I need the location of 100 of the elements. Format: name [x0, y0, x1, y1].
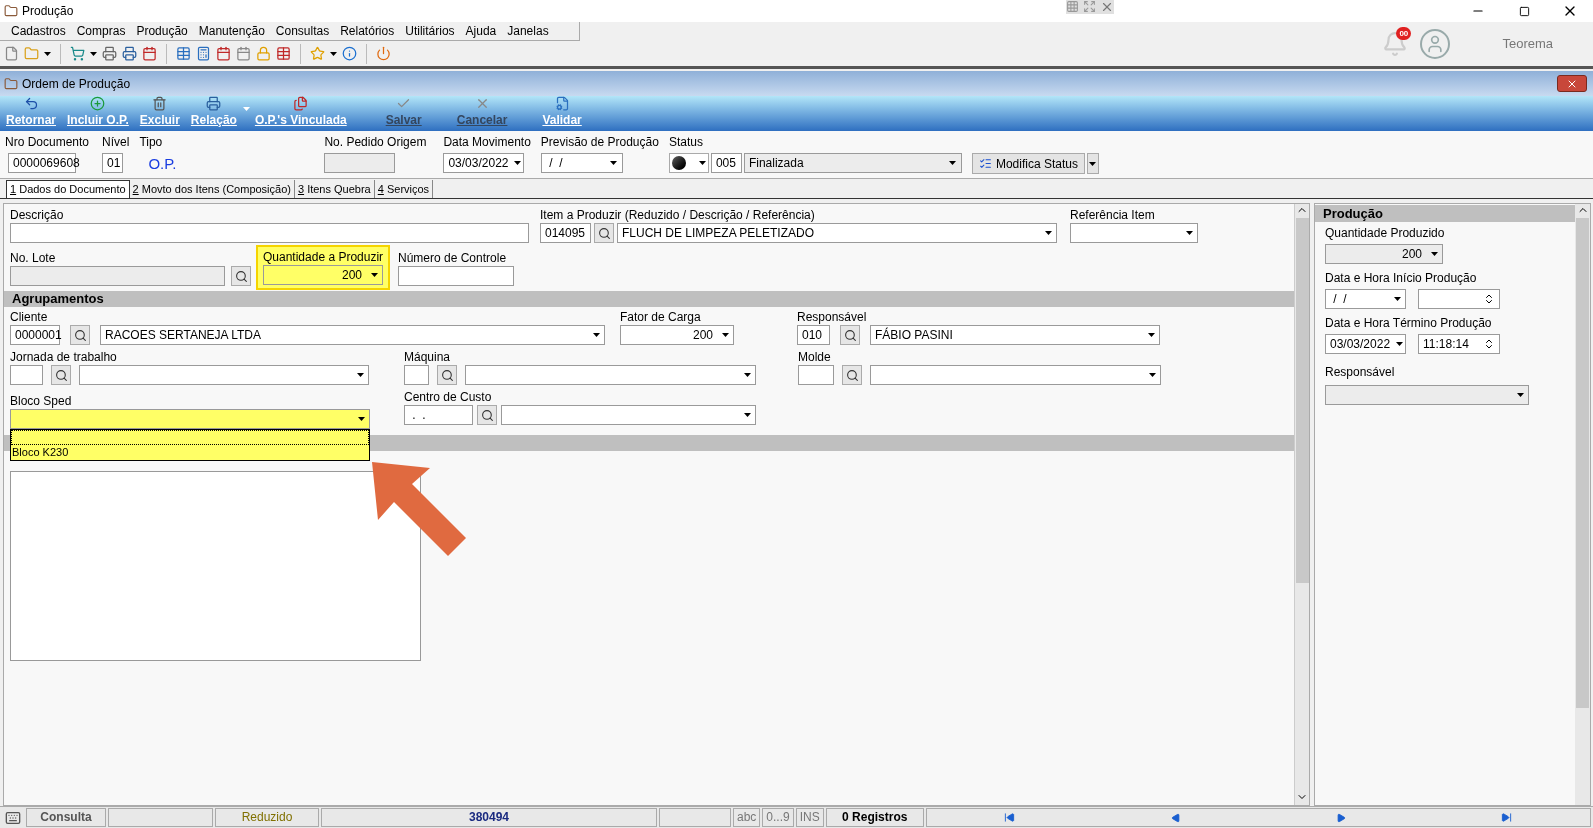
- dropdown-field[interactable]: RACOES SERTANEJA LTDA: [100, 325, 605, 345]
- input-field[interactable]: 014095: [540, 223, 591, 243]
- caret-button[interactable]: [1086, 153, 1099, 174]
- caret-icon: [721, 333, 729, 337]
- dropdown-option[interactable]: Bloco K230: [11, 445, 369, 460]
- last-record-icon[interactable]: [1501, 812, 1513, 823]
- tab[interactable]: 2 Movto dos Itens (Composição): [129, 180, 295, 198]
- menu-item[interactable]: Utilitários: [400, 22, 460, 40]
- dropdown-field[interactable]: [501, 405, 756, 425]
- menu-item[interactable]: Produção: [131, 22, 193, 40]
- input-field[interactable]: 010: [797, 325, 830, 345]
- tab[interactable]: 4 Serviços: [374, 180, 434, 198]
- dropdown-field[interactable]: 200: [263, 265, 383, 285]
- menu-item[interactable]: Manutenção: [193, 22, 270, 40]
- search-button[interactable]: [51, 365, 71, 385]
- input-field[interactable]: [404, 365, 429, 385]
- tab[interactable]: 1 Dados do Documento: [6, 180, 130, 198]
- time-field[interactable]: 11:18:14: [1418, 334, 1500, 354]
- dropdown-field[interactable]: / /: [540, 153, 623, 173]
- dropdown-field[interactable]: 03/03/2022: [1325, 334, 1406, 354]
- calendar-icon[interactable]: [142, 46, 157, 61]
- dropdown-field[interactable]: Finalizada: [743, 153, 962, 173]
- next-icon[interactable]: [1336, 812, 1346, 823]
- dropdown-field[interactable]: 200: [620, 325, 734, 345]
- register-icon[interactable]: [122, 46, 137, 61]
- search-button[interactable]: [594, 223, 614, 243]
- power-icon[interactable]: [376, 46, 391, 61]
- input-field[interactable]: [398, 266, 514, 286]
- info-icon[interactable]: [342, 46, 357, 61]
- dropdown-field[interactable]: [79, 365, 369, 385]
- search-button[interactable]: [437, 365, 457, 385]
- dropdown-field[interactable]: [10, 409, 370, 429]
- status-field: Reduzido: [215, 808, 319, 827]
- status-dropdown[interactable]: [668, 153, 709, 173]
- input-field[interactable]: 0000001: [10, 325, 60, 345]
- lock-icon[interactable]: [256, 46, 271, 61]
- input-field[interactable]: 005: [710, 153, 742, 173]
- menu-item[interactable]: Consultas: [270, 22, 335, 40]
- cart-icon[interactable]: [70, 46, 85, 61]
- document-icon[interactable]: [4, 46, 19, 61]
- dropdown-field[interactable]: FLUCH DE LIMPEZA PELETIZADO: [617, 223, 1057, 243]
- table-search-icon[interactable]: [276, 46, 291, 61]
- caret-icon[interactable]: [330, 51, 337, 56]
- search-button[interactable]: [477, 405, 497, 425]
- scrollbar[interactable]: [1575, 204, 1590, 805]
- close-icon[interactable]: [1100, 0, 1114, 14]
- time-field[interactable]: [1418, 289, 1500, 309]
- spinner-icon: [1483, 338, 1495, 350]
- avatar-icon[interactable]: [1420, 29, 1451, 59]
- dropdown-field[interactable]: FÁBIO PASINI: [870, 325, 1160, 345]
- caret-icon[interactable]: [90, 51, 97, 56]
- input-field[interactable]: [10, 223, 529, 243]
- grid-icon[interactable]: [176, 46, 191, 61]
- dropdown-field[interactable]: [1325, 385, 1529, 405]
- scrollbar[interactable]: [1294, 204, 1309, 805]
- folder-icon[interactable]: [24, 46, 39, 61]
- previous-icon[interactable]: [1170, 812, 1181, 823]
- menu-item[interactable]: Relatórios: [335, 22, 400, 40]
- caret-icon: [1430, 252, 1438, 256]
- menu-item[interactable]: Cadastros: [6, 22, 71, 40]
- dropdown-field[interactable]: [1070, 223, 1198, 243]
- expand-icon[interactable]: [1083, 0, 1096, 13]
- search-button[interactable]: [70, 325, 90, 345]
- list-icon: [978, 157, 992, 170]
- calendar-icon[interactable]: [216, 46, 231, 61]
- field-label: Status: [668, 134, 704, 150]
- calculator-icon[interactable]: [196, 46, 211, 61]
- calendar-icon[interactable]: [236, 46, 251, 61]
- text-area[interactable]: [10, 471, 421, 661]
- section-header: Produção: [1315, 205, 1575, 222]
- notification-badge: 00: [1396, 27, 1412, 40]
- menu-item[interactable]: Compras: [71, 22, 131, 40]
- input-field[interactable]: . .: [404, 405, 473, 425]
- dropdown-field[interactable]: 03/03/2022: [443, 153, 525, 173]
- register-icon[interactable]: [102, 46, 117, 61]
- dropdown-field[interactable]: [870, 365, 1161, 385]
- menu-item[interactable]: Ajuda: [460, 22, 502, 40]
- close-button[interactable]: [1557, 75, 1587, 92]
- search-button[interactable]: [840, 325, 860, 345]
- menu-item[interactable]: Janelas: [502, 22, 554, 40]
- dropdown-field[interactable]: / /: [1325, 289, 1406, 309]
- star-icon[interactable]: [310, 46, 325, 61]
- dropdown-field[interactable]: 200: [1325, 244, 1443, 264]
- dropdown-field[interactable]: [465, 365, 756, 385]
- caret-icon[interactable]: [44, 51, 51, 56]
- caret-icon: [1147, 333, 1155, 337]
- input-field[interactable]: [798, 365, 834, 385]
- first-record-icon[interactable]: [1004, 812, 1016, 823]
- bell-icon[interactable]: [1382, 31, 1409, 57]
- tab[interactable]: 3 Itens Quebra: [294, 180, 375, 198]
- input-field[interactable]: [10, 365, 43, 385]
- grid-icon[interactable]: [1066, 0, 1079, 13]
- search-icon: [54, 368, 68, 382]
- field-label: Data e Hora Término Produção: [1325, 315, 1493, 331]
- search-button[interactable]: [842, 365, 862, 385]
- search-button[interactable]: [231, 266, 251, 286]
- modify-status-button[interactable]: Modifica Status: [971, 153, 1085, 174]
- input-field[interactable]: 01: [102, 153, 124, 173]
- field-label: Centro de Custo: [404, 389, 493, 405]
- caret-icon: [949, 161, 957, 165]
